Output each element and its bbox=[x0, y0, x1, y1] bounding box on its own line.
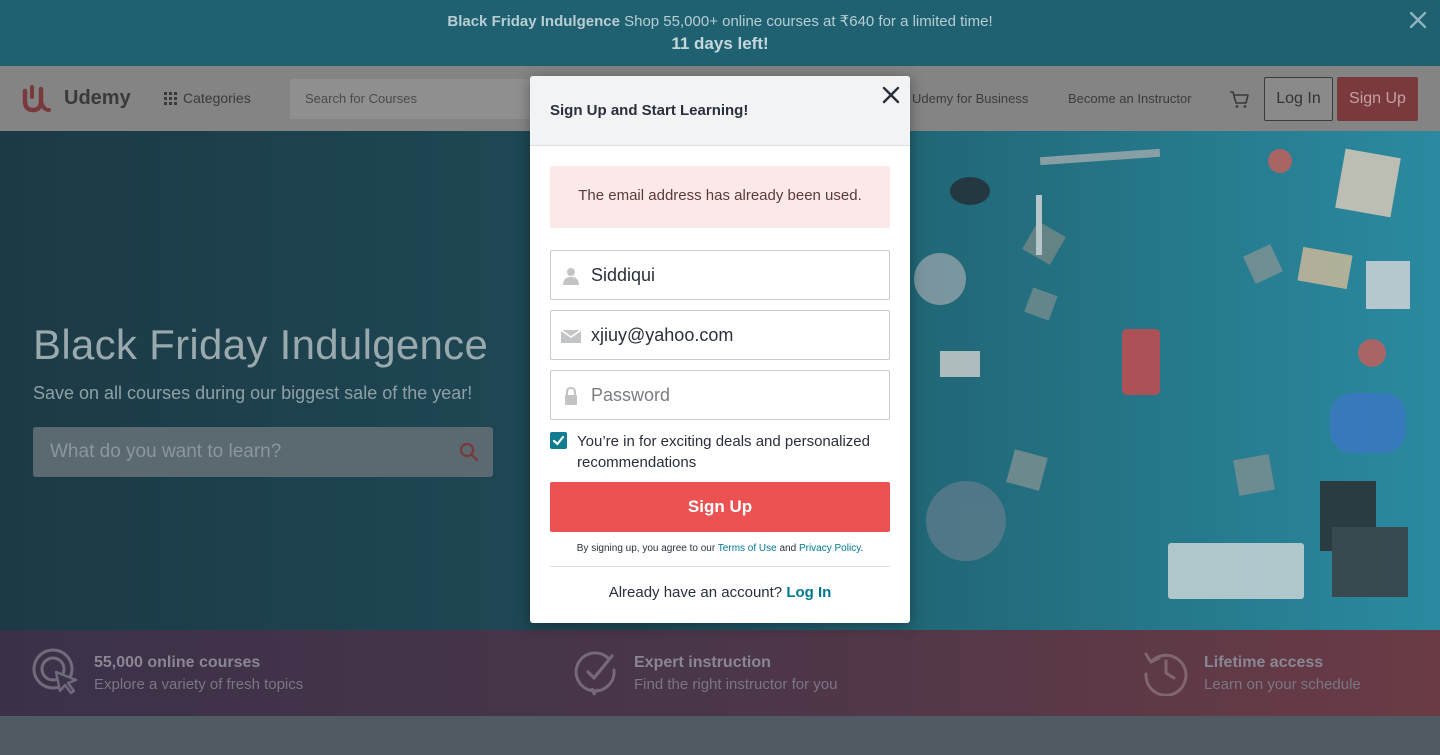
hero-subtitle: Save on all courses during our biggest s… bbox=[33, 383, 473, 403]
name-field[interactable] bbox=[550, 250, 890, 300]
checkmark-icon bbox=[552, 435, 565, 446]
become-instructor-link[interactable]: Become an Instructor bbox=[1068, 91, 1192, 106]
have-account-row: Already have an account? Log In bbox=[530, 584, 910, 601]
feature-title: 55,000 online courses bbox=[94, 654, 261, 671]
promo-line: Black Friday Indulgence Shop 55,000+ onl… bbox=[0, 12, 1440, 30]
feature-subtitle: Explore a variety of fresh topics bbox=[94, 676, 304, 693]
udemy-for-business-link[interactable]: Udemy for Business bbox=[912, 91, 1028, 106]
lock-icon bbox=[565, 387, 577, 405]
signup-submit-button[interactable]: Sign Up bbox=[550, 482, 890, 532]
have-account-text: Already have an account? bbox=[608, 584, 783, 601]
close-icon[interactable] bbox=[1406, 8, 1430, 32]
email-input[interactable] bbox=[591, 312, 881, 358]
search-icon[interactable] bbox=[459, 442, 479, 462]
deals-checkbox-label[interactable]: You’re in for exciting deals and persona… bbox=[577, 431, 897, 473]
terms-of-use-link[interactable]: Terms of Use bbox=[718, 543, 777, 554]
header-signup-button[interactable]: Sign Up bbox=[1337, 77, 1418, 121]
udemy-logo[interactable]: Udemy bbox=[22, 83, 131, 113]
close-icon[interactable] bbox=[878, 82, 904, 108]
logo-text: Udemy bbox=[64, 86, 131, 109]
name-input[interactable] bbox=[591, 252, 881, 298]
modal-header: Sign Up and Start Learning! bbox=[530, 76, 910, 146]
cart-icon[interactable] bbox=[1228, 88, 1250, 110]
feature-title: Expert instruction bbox=[634, 654, 771, 671]
promo-text: Shop 55,000+ online courses at ₹640 for … bbox=[624, 13, 993, 30]
email-field[interactable] bbox=[550, 310, 890, 360]
feature-subtitle: Find the right instructor for you bbox=[634, 676, 838, 693]
user-icon bbox=[563, 268, 579, 285]
signup-modal: Sign Up and Start Learning! The email ad… bbox=[530, 76, 910, 623]
hero-search-placeholder: What do you want to learn? bbox=[50, 441, 282, 462]
feature-strip: 55,000 online courses Explore a variety … bbox=[0, 630, 1440, 716]
terms-suffix: . bbox=[860, 543, 864, 554]
modal-title: Sign Up and Start Learning! bbox=[550, 102, 749, 119]
grid-icon bbox=[164, 91, 177, 105]
hero-title: Black Friday Indulgence bbox=[33, 321, 489, 368]
error-alert: The email address has already been used. bbox=[550, 166, 890, 228]
error-message: The email address has already been used. bbox=[578, 187, 862, 204]
terms-notice: By signing up, you agree to our Terms of… bbox=[530, 543, 910, 554]
cursor-target-icon bbox=[32, 648, 78, 695]
envelope-icon bbox=[561, 329, 581, 343]
history-clock-icon bbox=[1144, 652, 1188, 696]
feature-subtitle: Learn on your schedule bbox=[1204, 676, 1361, 693]
categories-label: Categories bbox=[183, 90, 251, 106]
promo-countdown: 11 days left! bbox=[671, 34, 769, 53]
header-search-placeholder: Search for Courses bbox=[305, 91, 417, 106]
divider bbox=[550, 566, 890, 567]
flatlay-image bbox=[914, 148, 1410, 599]
feature-title: Lifetime access bbox=[1204, 654, 1324, 671]
terms-and: and bbox=[779, 543, 797, 554]
checkmark-badge-icon bbox=[574, 651, 616, 696]
udemy-logo-icon bbox=[22, 85, 51, 113]
page-bottom bbox=[0, 716, 1440, 755]
privacy-policy-link[interactable]: Privacy Policy bbox=[799, 543, 861, 554]
modal-login-link[interactable]: Log In bbox=[786, 584, 831, 601]
categories-menu[interactable]: Categories bbox=[164, 90, 251, 106]
promo-title: Black Friday Indulgence bbox=[447, 13, 620, 30]
header-login-button[interactable]: Log In bbox=[1264, 77, 1333, 121]
terms-prefix: By signing up, you agree to our bbox=[576, 543, 716, 554]
password-field[interactable] bbox=[550, 370, 890, 420]
password-input[interactable] bbox=[591, 372, 881, 418]
hero-search-input[interactable]: What do you want to learn? bbox=[33, 427, 493, 477]
promo-banner: Black Friday Indulgence Shop 55,000+ onl… bbox=[0, 0, 1440, 66]
header-search-input[interactable]: Search for Courses bbox=[290, 79, 540, 119]
deals-checkbox[interactable] bbox=[550, 432, 567, 449]
